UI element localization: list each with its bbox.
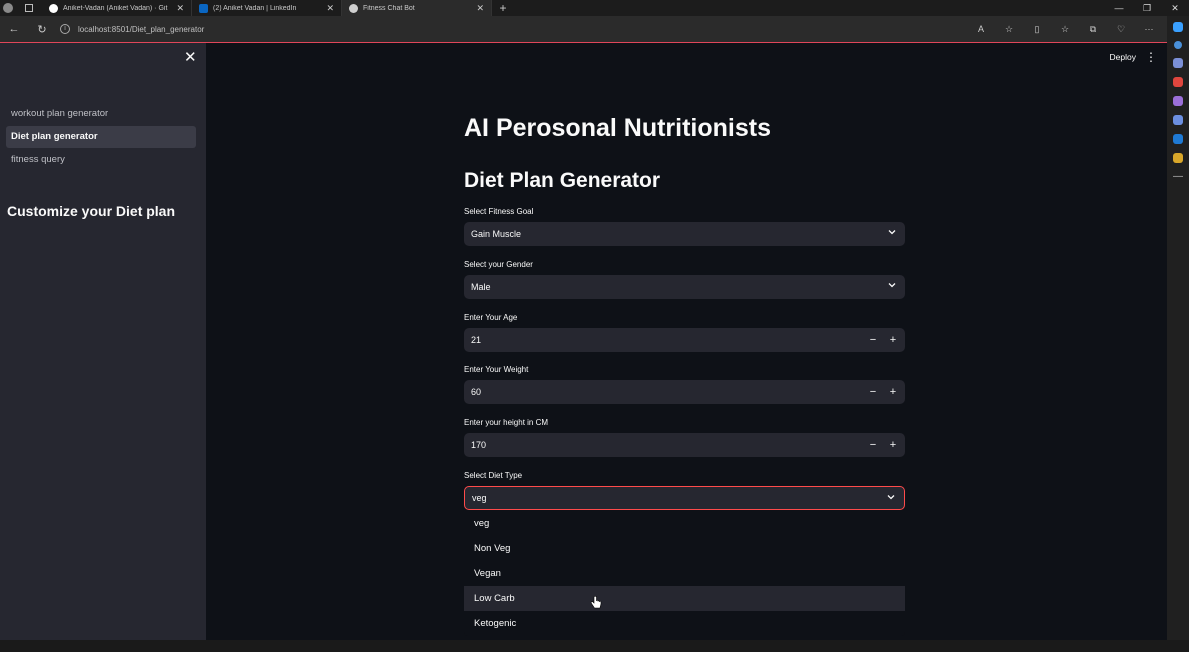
split-screen-icon[interactable]: ▯: [1023, 24, 1051, 35]
read-aloud-icon[interactable]: A: [967, 24, 995, 35]
shopping-icon[interactable]: [1173, 77, 1183, 87]
diet-type-dropdown: veg Non Veg Vegan Low Carb Ketogenic: [464, 511, 905, 636]
sidebar-item-fitness-query[interactable]: fitness query: [6, 149, 196, 171]
close-tab-icon[interactable]: ✕: [176, 3, 184, 14]
diet-type-label: Select Diet Type: [464, 471, 523, 480]
deploy-button[interactable]: Deploy: [1110, 52, 1136, 62]
heart-icon[interactable]: ♡: [1107, 24, 1135, 35]
chevron-down-icon: [888, 283, 896, 288]
edge-sidebar: —: [1167, 16, 1189, 640]
close-tab-icon[interactable]: ✕: [476, 3, 484, 14]
age-value[interactable]: 21: [471, 335, 481, 345]
favorite-star-icon[interactable]: ☆: [995, 24, 1023, 35]
sidebar: ✕ workout plan generator Diet plan gener…: [0, 43, 206, 640]
dropdown-option-non-veg[interactable]: Non Veg: [464, 536, 905, 561]
hand-cursor-icon: [590, 596, 602, 609]
browser-tab-linkedin[interactable]: (2) Aniket Vadan | LinkedIn ✕: [192, 0, 342, 16]
fitness-goal-label: Select Fitness Goal: [464, 207, 534, 216]
copilot-icon[interactable]: [1173, 22, 1183, 32]
dropdown-option-ketogenic[interactable]: Ketogenic: [464, 611, 905, 636]
chevron-down-icon: [887, 495, 895, 500]
sidebar-item-diet-plan-generator[interactable]: Diet plan generator: [6, 126, 196, 148]
diet-type-value[interactable]: veg: [472, 493, 487, 503]
browser-tab-strip: Aniket-Vadan (Aniket Vadan) · Git ✕ (2) …: [0, 0, 1189, 16]
back-icon[interactable]: ←: [0, 23, 28, 35]
weight-number-input[interactable]: 60 − +: [464, 380, 905, 404]
games-icon[interactable]: [1173, 96, 1183, 106]
tab-title: Fitness Chat Bot: [363, 4, 415, 12]
height-value[interactable]: 170: [471, 440, 486, 450]
browser-tab-github[interactable]: Aniket-Vadan (Aniket Vadan) · Git ✕: [42, 0, 192, 16]
address-bar: ← ↻ i localhost:8501/Diet_plan_generator…: [0, 16, 1167, 42]
browser-tab-fitness-chat-bot[interactable]: Fitness Chat Bot ✕: [342, 0, 492, 16]
gender-value: Male: [471, 282, 491, 292]
page-subtitle: Diet Plan Generator: [464, 169, 661, 192]
favorites-icon[interactable]: ☆: [1051, 24, 1079, 35]
tools-icon[interactable]: [1173, 58, 1183, 68]
drop-icon[interactable]: [1173, 153, 1183, 163]
dropdown-option-veg[interactable]: veg: [464, 511, 905, 536]
height-label: Enter your height in CM: [464, 418, 549, 427]
new-tab-button[interactable]: +: [492, 1, 514, 15]
weight-decrement-button[interactable]: −: [863, 380, 883, 404]
weight-value[interactable]: 60: [471, 387, 481, 397]
sidebar-heading: Customize your Diet plan: [7, 203, 176, 219]
sidebar-nav: workout plan generator Diet plan generat…: [6, 103, 196, 172]
office-icon[interactable]: [1173, 115, 1183, 125]
age-increment-button[interactable]: +: [883, 328, 903, 352]
dropdown-option-low-carb[interactable]: Low Carb: [464, 586, 905, 611]
taskbar-edge: [0, 640, 1189, 652]
window-controls: — ❐ ✕: [1105, 0, 1189, 16]
tab-title: (2) Aniket Vadan | LinkedIn: [213, 4, 297, 12]
url-text: localhost:8501/Diet_plan_generator: [78, 24, 205, 34]
add-icon[interactable]: —: [1173, 172, 1183, 182]
fitness-goal-select[interactable]: Gain Muscle: [464, 222, 905, 246]
close-window-button[interactable]: ✕: [1161, 0, 1189, 16]
github-icon: [49, 3, 58, 13]
weight-increment-button[interactable]: +: [883, 380, 903, 404]
dropdown-option-vegan[interactable]: Vegan: [464, 561, 905, 586]
linkedin-icon: [199, 3, 208, 13]
height-increment-button[interactable]: +: [883, 433, 903, 457]
close-tab-icon[interactable]: ✕: [326, 3, 334, 14]
main-menu-icon[interactable]: ⋮: [1145, 50, 1157, 64]
sidebar-item-workout-plan-generator[interactable]: workout plan generator: [6, 103, 196, 125]
app-favicon-icon: [349, 3, 358, 13]
chevron-down-icon: [888, 230, 896, 235]
tab-actions-icon[interactable]: [16, 4, 42, 12]
diet-type-select[interactable]: veg: [464, 486, 905, 510]
profile-icon[interactable]: [0, 0, 16, 16]
age-number-input[interactable]: 21 − +: [464, 328, 905, 352]
site-info-icon[interactable]: i: [60, 24, 70, 34]
weight-label: Enter Your Weight: [464, 365, 529, 374]
more-icon[interactable]: ···: [1135, 24, 1163, 35]
browser-toolbar: A ☆ ▯ ☆ ⧉ ♡ ···: [967, 24, 1163, 35]
refresh-icon[interactable]: ↻: [28, 23, 56, 36]
gender-select[interactable]: Male: [464, 275, 905, 299]
height-number-input[interactable]: 170 − +: [464, 433, 905, 457]
url-field[interactable]: i localhost:8501/Diet_plan_generator: [56, 19, 967, 39]
age-label: Enter Your Age: [464, 313, 518, 322]
fitness-goal-value: Gain Muscle: [471, 229, 522, 239]
tab-title: Aniket-Vadan (Aniket Vadan) · Git: [63, 4, 168, 12]
close-sidebar-icon[interactable]: ✕: [184, 50, 197, 65]
gender-label: Select your Gender: [464, 260, 533, 269]
search-icon[interactable]: [1174, 41, 1182, 49]
collections-icon[interactable]: ⧉: [1079, 24, 1107, 35]
height-decrement-button[interactable]: −: [863, 433, 883, 457]
minimize-button[interactable]: —: [1105, 0, 1133, 16]
page-title: AI Perosonal Nutritionists: [464, 114, 771, 142]
age-decrement-button[interactable]: −: [863, 328, 883, 352]
restore-button[interactable]: ❐: [1133, 0, 1161, 16]
app-window: ✕ workout plan generator Diet plan gener…: [0, 43, 1167, 640]
outlook-icon[interactable]: [1173, 134, 1183, 144]
